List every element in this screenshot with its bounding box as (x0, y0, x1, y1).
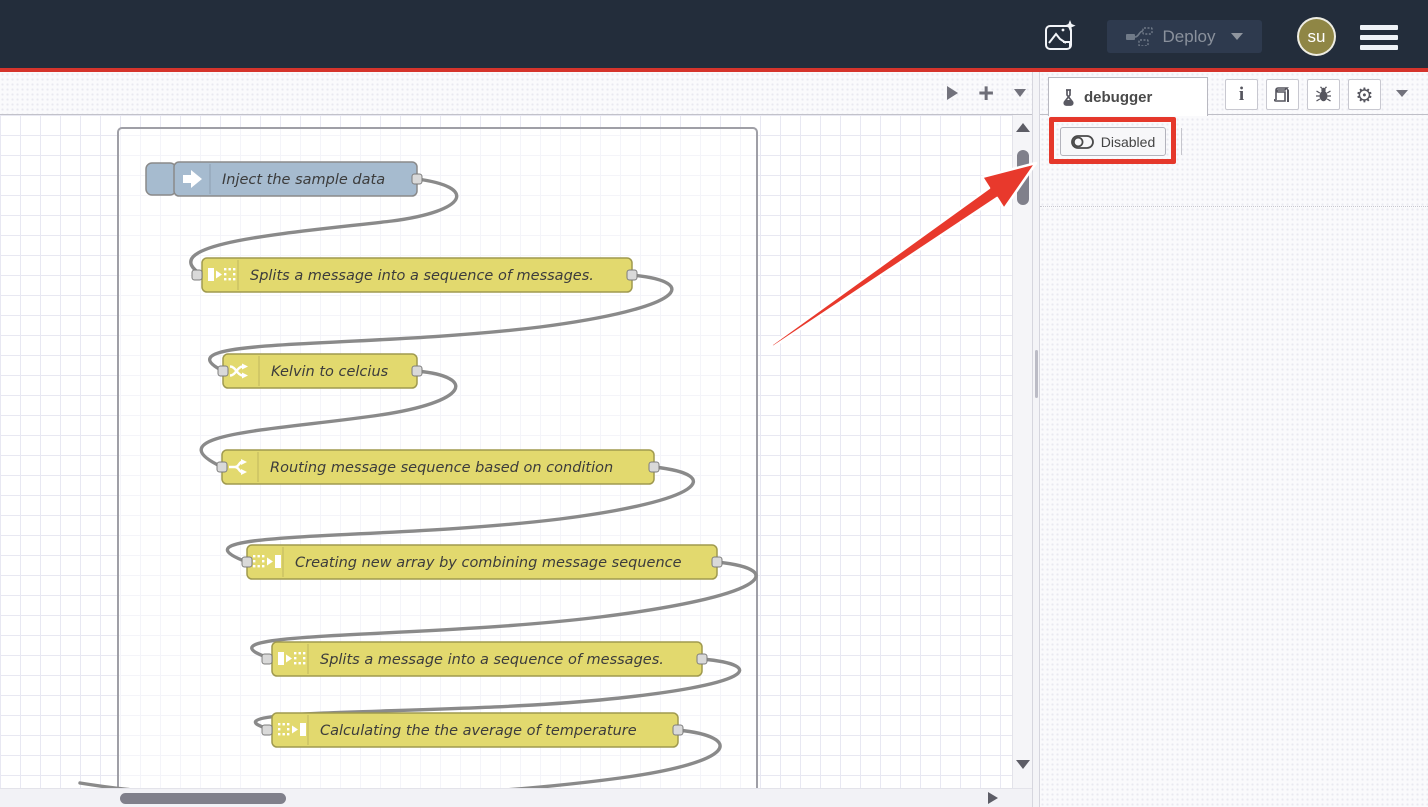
user-avatar[interactable]: su (1297, 17, 1336, 56)
flow-assistant-icon[interactable] (1043, 18, 1079, 54)
sidebar-tab-row: debugger i ⚙ (1040, 72, 1428, 115)
scroll-down-icon[interactable] (1016, 760, 1030, 769)
separator-grip[interactable] (1035, 350, 1038, 398)
node-label: Splits a message into a sequence of mess… (250, 268, 594, 284)
flow-list-icon[interactable] (1014, 89, 1026, 97)
settings-button[interactable]: ⚙ (1348, 79, 1381, 110)
output-port[interactable] (412, 366, 422, 376)
output-port[interactable] (697, 654, 707, 664)
bug-icon (1315, 86, 1332, 103)
main-menu-button[interactable] (1360, 25, 1398, 50)
output-port[interactable] (712, 557, 722, 567)
inject-trigger-button[interactable] (146, 163, 176, 195)
node-inject[interactable]: Inject the sample data (146, 162, 422, 196)
sidebar-expand-icon[interactable] (1396, 90, 1408, 97)
output-port[interactable] (649, 462, 659, 472)
toolbar-divider (1181, 128, 1182, 155)
toggle-off-icon (1071, 135, 1094, 149)
node-label: Splits a message into a sequence of mess… (320, 652, 664, 668)
menu-icon-bar (1360, 25, 1398, 30)
horizontal-scrollbar[interactable] (0, 788, 1032, 807)
horizontal-scroll-thumb[interactable] (120, 793, 286, 804)
disabled-label: Disabled (1101, 134, 1155, 150)
input-port[interactable] (192, 270, 202, 280)
node-label: Kelvin to celcius (271, 364, 389, 380)
debug-button[interactable] (1307, 79, 1340, 110)
tab-debugger-label: debugger (1084, 89, 1152, 106)
output-port[interactable] (412, 174, 422, 184)
workspace-tab-strip: + (0, 72, 1032, 115)
header-accent-line (0, 68, 1428, 72)
scroll-tabs-right-icon[interactable] (947, 86, 958, 100)
flow-canvas[interactable]: Inject the sample data Splits a message … (0, 115, 1032, 788)
node-split[interactable]: Splits a message into a sequence of mess… (262, 642, 707, 676)
flask-icon (1061, 89, 1076, 106)
node-switch[interactable]: Routing message sequence based on condit… (217, 450, 659, 484)
deploy-button[interactable]: Deploy (1107, 20, 1262, 53)
info-button[interactable]: i (1225, 79, 1258, 110)
vertical-scroll-thumb[interactable] (1017, 150, 1029, 205)
node-label: Routing message sequence based on condit… (270, 460, 613, 476)
output-port[interactable] (673, 725, 683, 735)
vertical-scrollbar[interactable] (1012, 115, 1032, 788)
deploy-caret-icon[interactable] (1231, 33, 1243, 40)
book-icon (1274, 87, 1291, 103)
node-label: Inject the sample data (222, 172, 385, 188)
node-join[interactable]: Creating new array by combining message … (242, 545, 722, 579)
input-port[interactable] (262, 654, 272, 664)
input-port[interactable] (262, 725, 272, 735)
deploy-label: Deploy (1163, 27, 1216, 47)
right-sidebar: debugger i ⚙ Di (1040, 72, 1428, 807)
debug-disabled-toggle[interactable]: Disabled (1060, 127, 1166, 156)
input-port[interactable] (217, 462, 227, 472)
scroll-up-icon[interactable] (1016, 123, 1030, 132)
gear-icon: ⚙ (1356, 85, 1374, 105)
scroll-right-icon[interactable] (988, 792, 998, 804)
input-port[interactable] (218, 366, 228, 376)
output-port[interactable] (627, 270, 637, 280)
header-bar: Deploy su (0, 0, 1428, 68)
add-flow-button[interactable]: + (978, 83, 994, 103)
node-join[interactable]: Calculating the the average of temperatu… (262, 713, 683, 747)
menu-icon-bar (1360, 35, 1398, 40)
tab-debugger[interactable]: debugger (1048, 77, 1208, 116)
deploy-icon (1126, 27, 1153, 46)
toolbar-bottom-border (1040, 206, 1428, 207)
info-icon: i (1239, 84, 1244, 106)
avatar-initials: su (1308, 27, 1326, 47)
docs-button[interactable] (1266, 79, 1299, 110)
node-split[interactable]: Splits a message into a sequence of mess… (192, 258, 637, 292)
sidebar-separator[interactable] (1032, 72, 1040, 807)
input-port[interactable] (242, 557, 252, 567)
debug-sidebar-content: Disabled (1040, 115, 1428, 807)
node-change[interactable]: Kelvin to celcius (218, 354, 422, 388)
menu-icon-bar (1360, 45, 1398, 50)
node-label: Calculating the the average of temperatu… (320, 723, 637, 739)
node-label: Creating new array by combining message … (295, 555, 682, 571)
